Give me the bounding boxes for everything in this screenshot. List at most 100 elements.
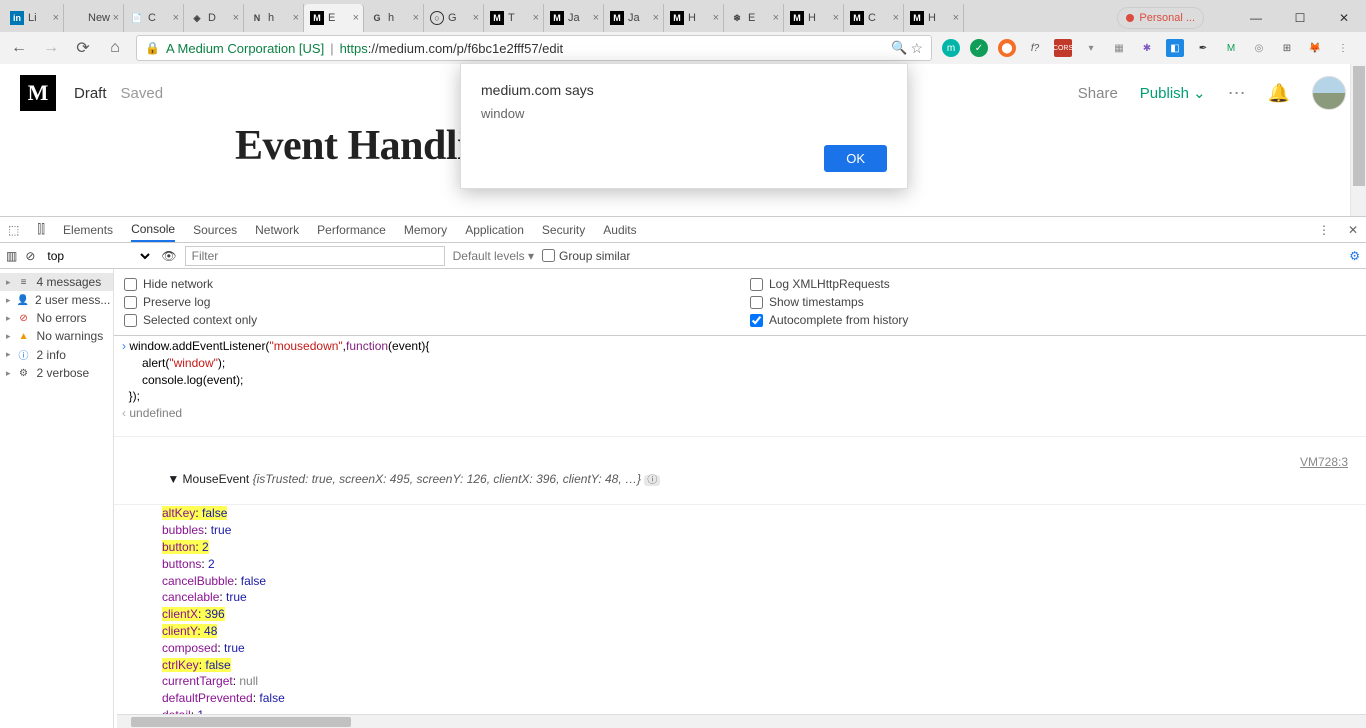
object-property[interactable]: bubbles: true xyxy=(162,522,1366,539)
group-similar-checkbox[interactable] xyxy=(542,249,555,262)
devtools-tab-audits[interactable]: Audits xyxy=(603,219,636,241)
console-setting[interactable]: Log XMLHttpRequests xyxy=(750,275,1356,293)
console-settings-icon[interactable]: ⚙ xyxy=(1349,249,1360,263)
browser-tab[interactable]: MH× xyxy=(904,4,964,32)
nav-back[interactable]: ← xyxy=(8,37,30,59)
ext-icon[interactable]: ◎ xyxy=(1250,39,1268,57)
console-setting[interactable]: Selected context only xyxy=(124,311,730,329)
more-icon[interactable]: ⋯ xyxy=(1228,83,1246,104)
console-log-entry[interactable]: VM728:3 ▼ MouseEvent {isTrusted: true, s… xyxy=(114,436,1366,505)
browser-tab[interactable]: MT× xyxy=(484,4,544,32)
devtools-tab-sources[interactable]: Sources xyxy=(193,219,237,241)
browser-tab[interactable]: New× xyxy=(64,4,124,32)
ext-icon[interactable]: ▦ xyxy=(1110,39,1128,57)
tab-close-icon[interactable]: × xyxy=(413,12,419,24)
tab-close-icon[interactable]: × xyxy=(773,12,779,24)
tab-close-icon[interactable]: × xyxy=(893,12,899,24)
inspect-icon[interactable]: ⬚ xyxy=(8,223,19,237)
object-property[interactable]: composed: true xyxy=(162,640,1366,657)
console-setting[interactable]: Preserve log xyxy=(124,293,730,311)
ext-icon[interactable]: 🦊 xyxy=(1306,39,1324,57)
object-property[interactable]: buttons: 2 xyxy=(162,556,1366,573)
browser-tab[interactable]: ◈D× xyxy=(184,4,244,32)
ext-icon[interactable]: f? xyxy=(1026,39,1044,57)
console-horizontal-scrollbar[interactable] xyxy=(117,714,1366,728)
devtools-tab-elements[interactable]: Elements xyxy=(63,219,113,241)
devtools-tab-performance[interactable]: Performance xyxy=(317,219,386,241)
browser-tab[interactable]: 📄C× xyxy=(124,4,184,32)
tab-close-icon[interactable]: × xyxy=(953,12,959,24)
ext-icon[interactable]: CORS xyxy=(1054,39,1072,57)
browser-tab[interactable]: MC× xyxy=(844,4,904,32)
browser-tab[interactable]: Nh× xyxy=(244,4,304,32)
device-toggle-icon[interactable]: ⫿⫿ xyxy=(37,222,45,237)
bell-icon[interactable]: 🔔 xyxy=(1268,83,1290,104)
devtools-close-icon[interactable]: ✕ xyxy=(1348,223,1358,237)
object-property[interactable]: ctrlKey: false xyxy=(162,657,1366,674)
console-filter-row[interactable]: ▸ⓘ2 info xyxy=(0,345,113,364)
browser-tab[interactable]: ME× xyxy=(304,4,364,32)
browser-tab[interactable]: MH× xyxy=(784,4,844,32)
tab-close-icon[interactable]: × xyxy=(473,12,479,24)
console-filter-row[interactable]: ▸▲No warnings xyxy=(0,327,113,345)
object-property[interactable]: cancelable: true xyxy=(162,589,1366,606)
ext-icon[interactable]: ⬤ xyxy=(998,39,1016,57)
ext-icon[interactable]: m xyxy=(942,39,960,57)
console-output[interactable]: window.addEventListener("mousedown",func… xyxy=(114,336,1366,728)
tab-close-icon[interactable]: × xyxy=(53,12,59,24)
tab-close-icon[interactable]: × xyxy=(653,12,659,24)
share-link[interactable]: Share xyxy=(1078,85,1118,102)
console-sidebar-toggle-icon[interactable]: ▥ xyxy=(6,249,17,263)
browser-tab[interactable]: ○G× xyxy=(424,4,484,32)
ext-icon[interactable]: ◧ xyxy=(1166,39,1184,57)
browser-tab[interactable]: Gh× xyxy=(364,4,424,32)
info-badge-icon[interactable]: ⓘ xyxy=(644,475,660,486)
browser-tab[interactable]: inLi× xyxy=(4,4,64,32)
browser-tab[interactable]: MH× xyxy=(664,4,724,32)
tab-close-icon[interactable]: × xyxy=(833,12,839,24)
tab-close-icon[interactable]: × xyxy=(713,12,719,24)
page-scrollbar[interactable] xyxy=(1350,64,1366,216)
chrome-menu-icon[interactable]: ⋮ xyxy=(1334,39,1352,57)
object-property[interactable]: defaultPrevented: false xyxy=(162,690,1366,707)
source-link[interactable]: VM728:3 xyxy=(1300,454,1358,471)
object-property[interactable]: button: 2 xyxy=(162,539,1366,556)
console-filter-row[interactable]: ▸≡4 messages xyxy=(0,273,113,291)
console-filter-row[interactable]: ▸⊘No errors xyxy=(0,309,113,327)
ext-icon[interactable]: ✓ xyxy=(970,39,988,57)
window-close[interactable]: ✕ xyxy=(1322,4,1366,32)
live-expression-icon[interactable]: 👁 xyxy=(161,249,176,263)
devtools-tab-console[interactable]: Console xyxy=(131,218,175,242)
object-property[interactable]: clientX: 396 xyxy=(162,606,1366,623)
zoom-icon[interactable]: 🔍 xyxy=(888,37,910,59)
tab-close-icon[interactable]: × xyxy=(113,12,119,24)
object-property[interactable]: cancelBubble: false xyxy=(162,573,1366,590)
browser-tab[interactable]: MJa× xyxy=(604,4,664,32)
medium-logo[interactable]: M xyxy=(20,75,56,111)
object-property[interactable]: clientY: 48 xyxy=(162,623,1366,640)
ext-icon[interactable]: M xyxy=(1222,39,1240,57)
ext-icon[interactable]: ✒ xyxy=(1194,39,1212,57)
alert-ok-button[interactable]: OK xyxy=(824,145,887,172)
context-select[interactable]: top xyxy=(43,248,153,264)
devtools-tab-memory[interactable]: Memory xyxy=(404,219,447,241)
object-property[interactable]: altKey: false xyxy=(162,505,1366,522)
console-setting[interactable]: Show timestamps xyxy=(750,293,1356,311)
chrome-profile-badge[interactable]: Personal ... xyxy=(1117,7,1204,29)
window-minimize[interactable]: — xyxy=(1234,4,1278,32)
console-setting[interactable]: Autocomplete from history xyxy=(750,311,1356,329)
browser-tab[interactable]: MJa× xyxy=(544,4,604,32)
tab-close-icon[interactable]: × xyxy=(533,12,539,24)
window-maximize[interactable]: ☐ xyxy=(1278,4,1322,32)
publish-button[interactable]: Publish⌄ xyxy=(1140,84,1206,102)
devtools-tab-application[interactable]: Application xyxy=(465,219,524,241)
tab-close-icon[interactable]: × xyxy=(293,12,299,24)
ext-icon[interactable]: ▾ xyxy=(1082,39,1100,57)
clear-console-icon[interactable]: ⊘ xyxy=(25,249,35,263)
console-filter-row[interactable]: ▸👤2 user mess... xyxy=(0,291,113,309)
url-input[interactable]: 🔒 A Medium Corporation [US] | https://me… xyxy=(136,35,932,61)
console-filter-input[interactable] xyxy=(185,246,445,266)
nav-reload[interactable]: ⟳ xyxy=(72,37,94,59)
console-filter-row[interactable]: ▸⚙2 verbose xyxy=(0,364,113,382)
tab-close-icon[interactable]: × xyxy=(173,12,179,24)
